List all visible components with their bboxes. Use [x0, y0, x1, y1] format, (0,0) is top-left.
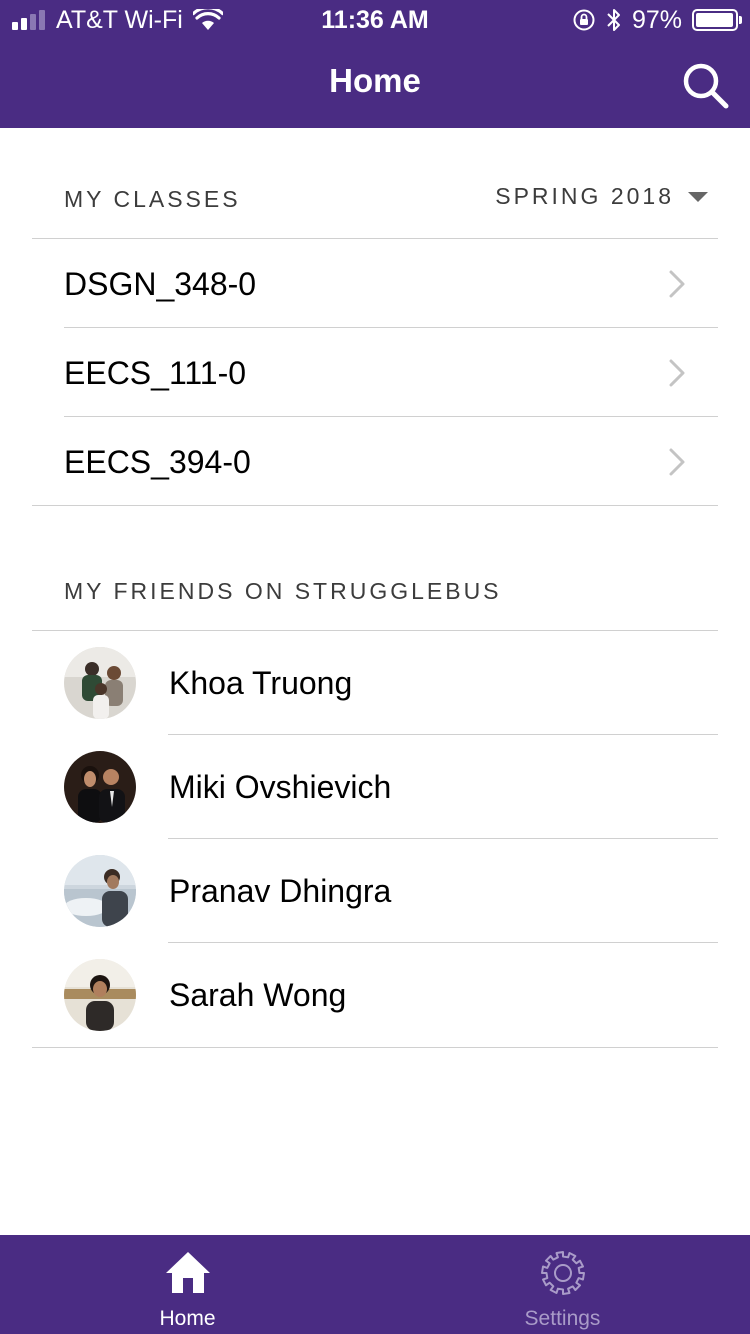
battery-level	[696, 13, 733, 27]
friend-item[interactable]: Sarah Wong	[32, 943, 718, 1047]
battery-icon	[692, 9, 742, 31]
orientation-lock-icon	[573, 9, 595, 31]
search-icon	[683, 63, 729, 109]
top-bar: AT&T Wi-Fi 11:36 AM 97% Home	[0, 0, 750, 128]
tab-settings[interactable]: Settings	[375, 1235, 750, 1334]
search-button[interactable]	[680, 60, 732, 112]
tab-home[interactable]: Home	[0, 1235, 375, 1334]
classes-section-header: MY CLASSES	[64, 186, 241, 212]
avatar	[64, 751, 136, 823]
class-item[interactable]: EECS_394-0	[32, 417, 718, 506]
friends-section-header: MY FRIENDS ON STRUGGLEBUS	[64, 578, 502, 604]
chevron-right-icon	[669, 448, 685, 476]
avatar	[64, 959, 136, 1031]
friend-item[interactable]: Pranav Dhingra	[32, 839, 718, 943]
status-right: 97%	[562, 5, 742, 34]
divider	[32, 1047, 718, 1048]
divider	[32, 505, 718, 506]
status-bar: AT&T Wi-Fi 11:36 AM 97%	[0, 0, 750, 40]
avatar	[64, 855, 136, 927]
tab-bar: Home Settings	[0, 1235, 750, 1334]
friend-item[interactable]: Khoa Truong	[32, 631, 718, 735]
semester-label: SPRING 2018	[495, 183, 674, 209]
friend-name: Sarah Wong	[169, 977, 347, 1013]
friend-name: Pranav Dhingra	[169, 873, 392, 909]
chevron-right-icon	[669, 270, 685, 298]
bluetooth-icon	[607, 9, 620, 31]
class-label: EECS_394-0	[64, 444, 251, 480]
class-label: DSGN_348-0	[64, 266, 257, 302]
friend-name: Khoa Truong	[169, 665, 353, 701]
chevron-right-icon	[669, 359, 685, 387]
battery-percentage: 97%	[631, 5, 682, 34]
tab-settings-label: Settings	[524, 1307, 601, 1330]
friend-item[interactable]: Miki Ovshievich	[32, 735, 718, 839]
page-title: Home	[329, 62, 421, 99]
avatar	[64, 647, 136, 719]
home-icon	[165, 1252, 210, 1293]
semester-selector[interactable]: SPRING 2018	[495, 183, 708, 210]
tab-home-label: Home	[159, 1307, 216, 1330]
class-item[interactable]: DSGN_348-0	[32, 239, 718, 328]
gear-icon	[540, 1251, 585, 1295]
dropdown-caret-icon	[688, 191, 708, 202]
class-label: EECS_111-0	[64, 355, 247, 391]
class-item[interactable]: EECS_111-0	[32, 328, 718, 417]
friend-name: Miki Ovshievich	[169, 769, 392, 805]
